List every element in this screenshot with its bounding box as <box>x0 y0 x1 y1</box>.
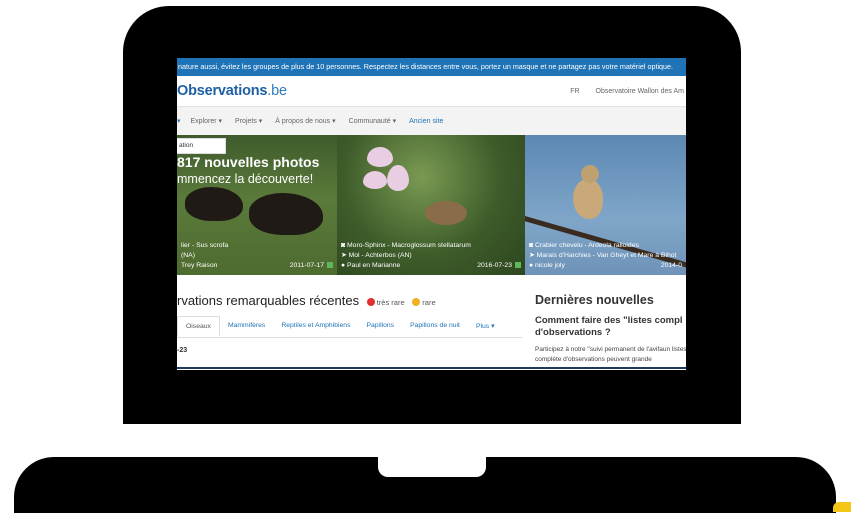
photo-caption: ◙ Crabier chevelu - Ardeola ralloides ➤ … <box>529 241 682 271</box>
caption-species-row: ◙ Crabier chevelu - Ardeola ralloides <box>529 241 682 251</box>
photo-squacco-heron[interactable]: ◙ Crabier chevelu - Ardeola ralloides ➤ … <box>525 135 686 275</box>
laptop-screen: nature aussi, évitez les groupes de plus… <box>177 58 686 370</box>
nav-item-partial[interactable]: ▾ <box>177 117 181 125</box>
caption-date-wrap: 2016-07-23 <box>477 261 521 271</box>
nav-item-a-propos[interactable]: À propos de nous ▾ <box>275 117 335 125</box>
bird-head-shape <box>581 165 599 183</box>
location-arrow-icon: ➤ <box>529 252 537 259</box>
caption-author-row: ● Paul en Marianne 2016-07-23 <box>341 261 521 271</box>
caption-author[interactable]: Paul en Marianne <box>347 262 400 269</box>
observation-date: -23 <box>177 347 188 354</box>
caption-location-row: ➤ Marais d'Harchies - Van Gheyt et Mare … <box>529 251 682 261</box>
flower-shape <box>367 147 393 167</box>
site-header: Observations.be FR Observatoire Wallon d… <box>177 76 686 106</box>
laptop-notch <box>378 457 486 477</box>
tab-papillons-de-nuit[interactable]: Papillons de nuit <box>402 316 468 337</box>
site-logo[interactable]: Observations.be <box>177 83 287 99</box>
rare-dot-icon <box>412 297 421 306</box>
content-section: rvations remarquables récentes très rare… <box>177 275 686 370</box>
moth-shape <box>425 201 467 225</box>
boar-shape <box>185 187 243 221</box>
caption-date: 2014-0 <box>660 262 682 269</box>
nav-item-projets[interactable]: Projets ▾ <box>235 117 262 125</box>
boar-shape <box>249 193 323 235</box>
bird-shape <box>573 179 603 219</box>
nav-item-ancien-site[interactable]: Ancien site <box>409 118 443 125</box>
dropdown-menu-snippet[interactable]: ation <box>177 138 226 154</box>
main-nav: ▾ Explorer ▾ Projets ▾ À propos de nous … <box>177 106 686 136</box>
caption-author[interactable]: Trey Raison <box>181 262 217 269</box>
news-article-title[interactable]: Comment faire des "listes compl d'observ… <box>535 315 686 339</box>
logo-main: Observations <box>177 83 268 99</box>
header-links: FR Observatoire Wallon des Am <box>570 88 686 95</box>
photo-caption: ◙ Moro-Sphinx - Macroglossum stellatarum… <box>341 241 521 271</box>
flower-shape <box>363 171 387 189</box>
validated-icon <box>515 262 521 269</box>
caption-location-row: ➤ Mol - Achterbos (AN) <box>341 251 521 261</box>
validated-icon <box>327 262 333 269</box>
caption-location[interactable]: Marais d'Harchies - Van Gheyt et Mare à … <box>537 252 677 259</box>
caption-species-row: ◙ Moro-Sphinx - Macroglossum stellatarum <box>341 241 521 251</box>
tab-reptiles-amphibiens[interactable]: Reptiles et Amphibiens <box>273 316 358 337</box>
nav-item-explorer[interactable]: Explorer ▾ <box>191 117 223 125</box>
corner-accent <box>833 502 851 512</box>
caption-location[interactable]: Mol - Achterbos (AN) <box>349 252 412 259</box>
recent-observations-title: rvations remarquables récentes très rare… <box>177 293 436 308</box>
caption-species[interactable]: Moro-Sphinx - Macroglossum stellatarum <box>347 242 471 249</box>
tab-oiseaux[interactable]: Oiseaux <box>177 316 220 337</box>
legend-rare: rare <box>422 298 436 307</box>
nav-item-communaute[interactable]: Communauté ▾ <box>349 117 396 125</box>
portal-link[interactable]: Observatoire Wallon des Am <box>596 88 684 95</box>
tab-plus[interactable]: Plus ▾ <box>468 316 503 337</box>
tab-papillons[interactable]: Papillons <box>358 316 402 337</box>
photo-wild-boar[interactable]: UI 817 nouvelles photos mmencez la décou… <box>177 135 337 275</box>
news-heading: Dernières nouvelles <box>535 293 654 307</box>
recent-title-text: rvations remarquables récentes <box>177 293 360 308</box>
legend-very-rare: très rare <box>376 298 405 307</box>
caption-date: 2011-07-17 <box>289 262 324 269</box>
caption-author[interactable]: nicole joly <box>535 262 565 269</box>
tab-mammiferes[interactable]: Mammifères <box>220 316 273 337</box>
caption-date-wrap: 2014-0 <box>661 261 682 271</box>
photo-carousel: UI 817 nouvelles photos mmencez la décou… <box>177 135 686 275</box>
caption-date-wrap: 2011-07-17 <box>290 261 333 271</box>
caption-species[interactable]: lier - Sus scrofa <box>181 241 333 251</box>
hero-line2: 817 nouvelles photos <box>177 154 320 170</box>
flower-shape <box>387 165 409 191</box>
news-section: Dernières nouvelles Comment faire des "l… <box>535 275 686 367</box>
logo-tld: .be <box>267 83 287 99</box>
photo-caption: lier - Sus scrofa (NA) Trey Raison 2011-… <box>181 241 333 271</box>
news-article-excerpt: Participez à notre "suivi permanent de l… <box>535 346 686 363</box>
caption-species[interactable]: Crabier chevelu - Ardeola ralloides <box>535 242 639 249</box>
hero-line3: mmencez la découverte! <box>177 172 314 186</box>
banner-text: nature aussi, évitez les groupes de plus… <box>178 62 674 71</box>
caption-date: 2016-07-23 <box>477 262 512 269</box>
caption-author-row: Trey Raison 2011-07-17 <box>181 261 333 271</box>
covid-banner: nature aussi, évitez les groupes de plus… <box>177 58 686 76</box>
very-rare-dot-icon <box>366 297 375 306</box>
caption-location[interactable]: (NA) <box>181 251 333 261</box>
taxon-tabs: Oiseaux Mammifères Reptiles et Amphibien… <box>177 316 522 338</box>
screen-bottom-border <box>177 367 686 369</box>
caption-author-row: ● nicole joly 2014-0 <box>529 261 682 271</box>
language-switch[interactable]: FR <box>570 88 579 95</box>
dropdown-snippet-text: ation <box>179 142 194 149</box>
photo-hummingbird-hawk-moth[interactable]: ◙ Moro-Sphinx - Macroglossum stellatarum… <box>337 135 525 275</box>
location-arrow-icon: ➤ <box>341 252 349 259</box>
